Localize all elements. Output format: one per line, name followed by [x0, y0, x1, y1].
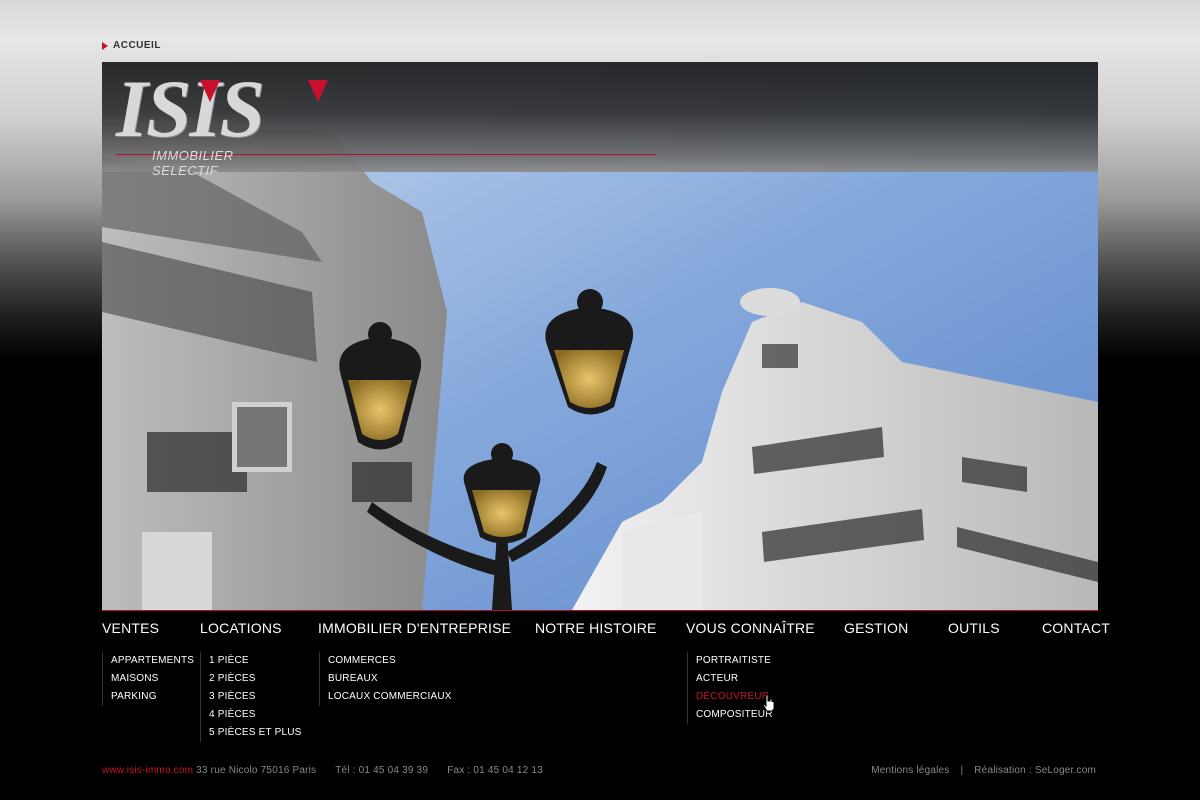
submenu-item-locaux-commerciaux[interactable]: LOCAUX COMMERCIAUX [328, 688, 452, 706]
nav-notre-histoire[interactable]: NOTRE HISTOIRE [535, 620, 657, 636]
submenu-item-2-pieces[interactable]: 2 PIÈCES [209, 670, 302, 688]
submenu-item-acteur[interactable]: ACTEUR [696, 670, 773, 688]
divider [102, 610, 1098, 611]
submenu-locations: 1 PIÈCE 2 PIÈCES 3 PIÈCES 4 PIÈCES 5 PIÈ… [200, 652, 302, 742]
submenu-item-portraitiste[interactable]: PORTRAITISTE [696, 652, 773, 670]
submenu-item-3-pieces[interactable]: 3 PIÈCES [209, 688, 302, 706]
nav-ventes[interactable]: VENTES [102, 620, 159, 636]
logo-accent-mark [200, 80, 220, 102]
arrow-right-icon [102, 41, 108, 50]
submenu-item-5-pieces-plus[interactable]: 5 PIÈCES ET PLUS [209, 724, 302, 742]
footer-credit: Réalisation : SeLoger.com [974, 765, 1096, 776]
nav-immobilier-entreprise[interactable]: IMMOBILIER D'ENTREPRISE [318, 620, 511, 636]
hero-banner: ISIS IMMOBILIER SELECTIF [102, 62, 1098, 610]
hand-pointer-icon [762, 694, 775, 712]
footer-address: 33 rue Nicolo 75016 Paris [196, 765, 317, 776]
nav-vous-connaitre[interactable]: VOUS CONNAÎTRE [686, 620, 815, 636]
nav-locations[interactable]: LOCATIONS [200, 620, 282, 636]
nav-contact[interactable]: CONTACT [1042, 620, 1110, 636]
footer-legal-link[interactable]: Mentions légales [871, 765, 949, 776]
footer-contact: www.isis-immo.com 33 rue Nicolo 75016 Pa… [102, 765, 543, 776]
submenu-item-bureaux[interactable]: BUREAUX [328, 670, 452, 688]
footer-phone: Tél : 01 45 04 39 39 [335, 765, 429, 776]
nav-outils[interactable]: OUTILS [948, 620, 1000, 636]
submenu-entreprise: COMMERCES BUREAUX LOCAUX COMMERCIAUX [319, 652, 452, 706]
isis-logo[interactable]: ISIS IMMOBILIER SELECTIF [116, 68, 656, 178]
submenu-ventes: APPARTEMENTS MAISONS PARKING [102, 652, 194, 706]
submenu-item-parking[interactable]: PARKING [111, 688, 194, 706]
footer-website-link[interactable]: www.isis-immo.com [102, 765, 193, 776]
submenu-item-appartements[interactable]: APPARTEMENTS [111, 652, 194, 670]
nav-gestion[interactable]: GESTION [844, 620, 908, 636]
submenu-item-commerces[interactable]: COMMERCES [328, 652, 452, 670]
main-nav: VENTES LOCATIONS IMMOBILIER D'ENTREPRISE… [102, 620, 1110, 640]
submenu-item-maisons[interactable]: MAISONS [111, 670, 194, 688]
submenu-connaitre: PORTRAITISTE ACTEUR DÉCOUVREUR COMPOSITE… [687, 652, 773, 724]
logo-accent-mark [308, 80, 328, 102]
footer-fax: Fax : 01 45 04 12 13 [447, 765, 543, 776]
breadcrumb-home-link[interactable]: ACCUEIL [113, 40, 161, 51]
breadcrumb: ACCUEIL [102, 40, 161, 51]
submenu-item-4-pieces[interactable]: 4 PIÈCES [209, 706, 302, 724]
submenu-item-1-piece[interactable]: 1 PIÈCE [209, 652, 302, 670]
footer-links: Mentions légales | Réalisation : SeLoger… [871, 765, 1096, 776]
